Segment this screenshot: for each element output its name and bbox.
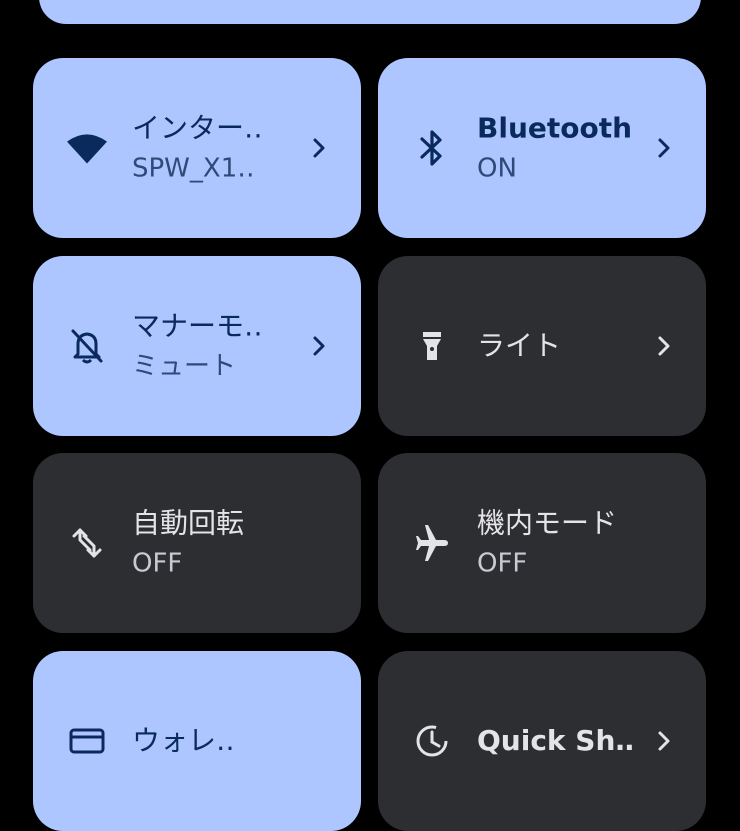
airplane-icon <box>412 523 452 563</box>
tile-airplane-mode-status: OFF <box>477 548 528 579</box>
flashlight-icon <box>412 326 452 366</box>
tile-airplane-mode-label: 機内モード <box>477 506 618 540</box>
wifi-icon <box>67 128 107 168</box>
tile-bluetooth-label: Bluetooth <box>477 111 633 145</box>
chevron-right-icon[interactable] <box>307 136 331 160</box>
tile-auto-rotate[interactable]: 自動回転 OFF <box>33 453 361 633</box>
tile-flashlight[interactable]: ライト <box>378 256 706 436</box>
tile-silent-mode-status: ミュート <box>132 351 237 382</box>
chevron-right-icon[interactable] <box>307 334 331 358</box>
tile-bluetooth[interactable]: Bluetooth ON <box>378 58 706 238</box>
top-tile[interactable] <box>39 0 701 24</box>
tile-silent-mode-label: マナーモ‥ <box>132 309 263 343</box>
chevron-right-icon[interactable] <box>652 729 676 753</box>
notifications-off-icon <box>67 326 107 366</box>
chevron-right-icon[interactable] <box>652 136 676 160</box>
tile-silent-mode[interactable]: マナーモ‥ ミュート <box>33 256 361 436</box>
tile-wallet[interactable]: ウォレ‥ <box>33 651 361 831</box>
tile-quick-share[interactable]: Quick Sh‥ <box>378 651 706 831</box>
tile-quick-share-label: Quick Sh‥ <box>477 724 635 757</box>
quick-share-icon <box>412 721 452 761</box>
tile-wallet-label: ウォレ‥ <box>132 724 235 757</box>
tile-airplane-mode[interactable]: 機内モード OFF <box>378 453 706 633</box>
wallet-icon <box>67 721 107 761</box>
tile-bluetooth-status: ON <box>477 153 517 184</box>
bluetooth-icon <box>412 128 452 168</box>
tile-internet-status: SPW_X1‥ <box>132 153 255 184</box>
tile-flashlight-label: ライト <box>477 329 562 362</box>
auto-rotate-icon <box>67 523 107 563</box>
tile-auto-rotate-label: 自動回転 <box>132 506 245 540</box>
tile-internet[interactable]: インター‥ SPW_X1‥ <box>33 58 361 238</box>
chevron-right-icon[interactable] <box>652 334 676 358</box>
tile-internet-label: インター‥ <box>132 111 263 145</box>
tile-auto-rotate-status: OFF <box>132 548 183 579</box>
